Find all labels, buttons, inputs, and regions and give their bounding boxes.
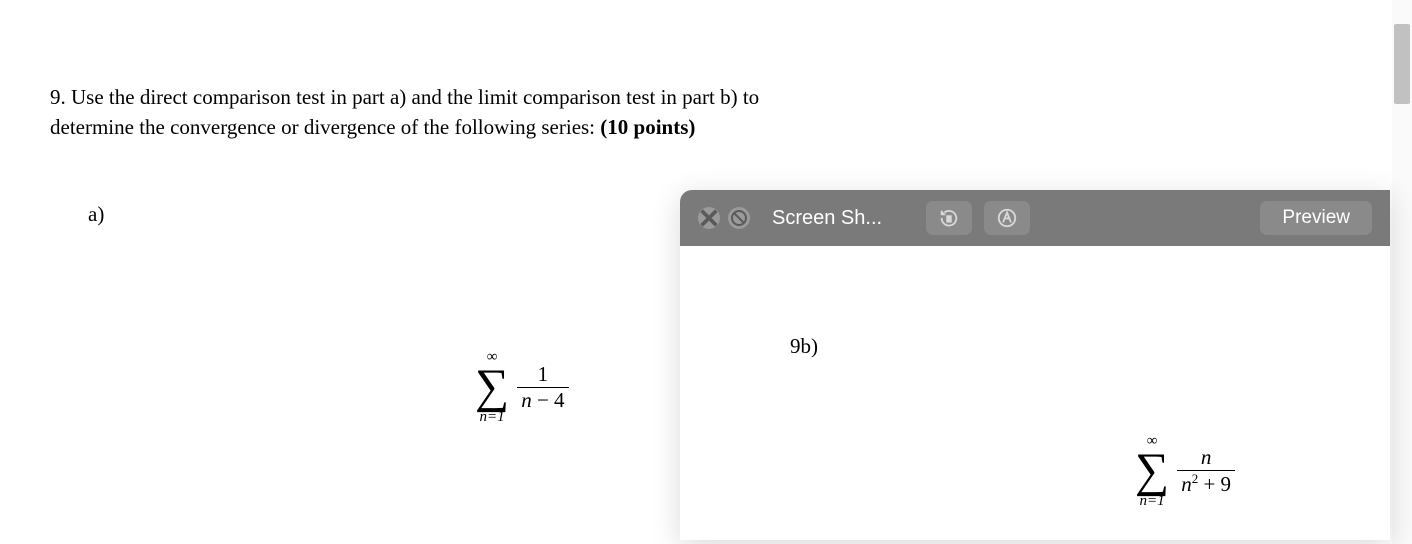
question-line2: determine the convergence or divergence … — [50, 115, 600, 139]
markup-button[interactable] — [984, 201, 1030, 235]
question-prompt: 9. Use the direct comparison test in par… — [50, 82, 900, 143]
app-name-label: Preview — [1260, 201, 1372, 235]
minimize-icon[interactable] — [728, 207, 750, 229]
denominator-a: n − 4 — [517, 389, 568, 412]
part-a-label: a) — [88, 202, 104, 227]
sigma-a: ∞ ∑ n=1 — [475, 350, 509, 425]
sigma-lower-b: n=1 — [1140, 494, 1165, 509]
sigma-symbol-b: ∑ — [1135, 451, 1169, 492]
question-points: (10 points) — [600, 115, 695, 139]
part-b-label: 9b) — [790, 334, 818, 359]
numerator-a: 1 — [534, 363, 553, 386]
question-line1: 9. Use the direct comparison test in par… — [50, 85, 759, 109]
formula-a: ∞ ∑ n=1 1 n − 4 — [475, 350, 569, 425]
scrollbar-track[interactable] — [1392, 0, 1412, 544]
sigma-b: ∞ ∑ n=1 — [1135, 434, 1169, 509]
rotate-button[interactable] — [926, 201, 972, 235]
window-titlebar[interactable]: Screen Sh... Preview — [680, 190, 1390, 246]
formula-b: ∞ ∑ n=1 n n2 + 9 — [1135, 434, 1235, 509]
fraction-b: n n2 + 9 — [1177, 446, 1235, 496]
sigma-symbol-a: ∑ — [475, 367, 509, 408]
fraction-a: 1 n − 4 — [517, 363, 568, 412]
close-icon[interactable] — [698, 207, 720, 229]
denominator-b: n2 + 9 — [1177, 472, 1235, 496]
numerator-b: n — [1197, 446, 1216, 469]
window-controls — [698, 207, 750, 229]
preview-content: 9b) ∞ ∑ n=1 n n2 + 9 — [680, 246, 1390, 540]
window-title: Screen Sh... — [772, 207, 882, 230]
preview-window: Screen Sh... Preview 9b) ∞ ∑ n=1 — [680, 190, 1390, 540]
scrollbar-thumb[interactable] — [1394, 24, 1410, 104]
sigma-lower-a: n=1 — [480, 410, 505, 425]
